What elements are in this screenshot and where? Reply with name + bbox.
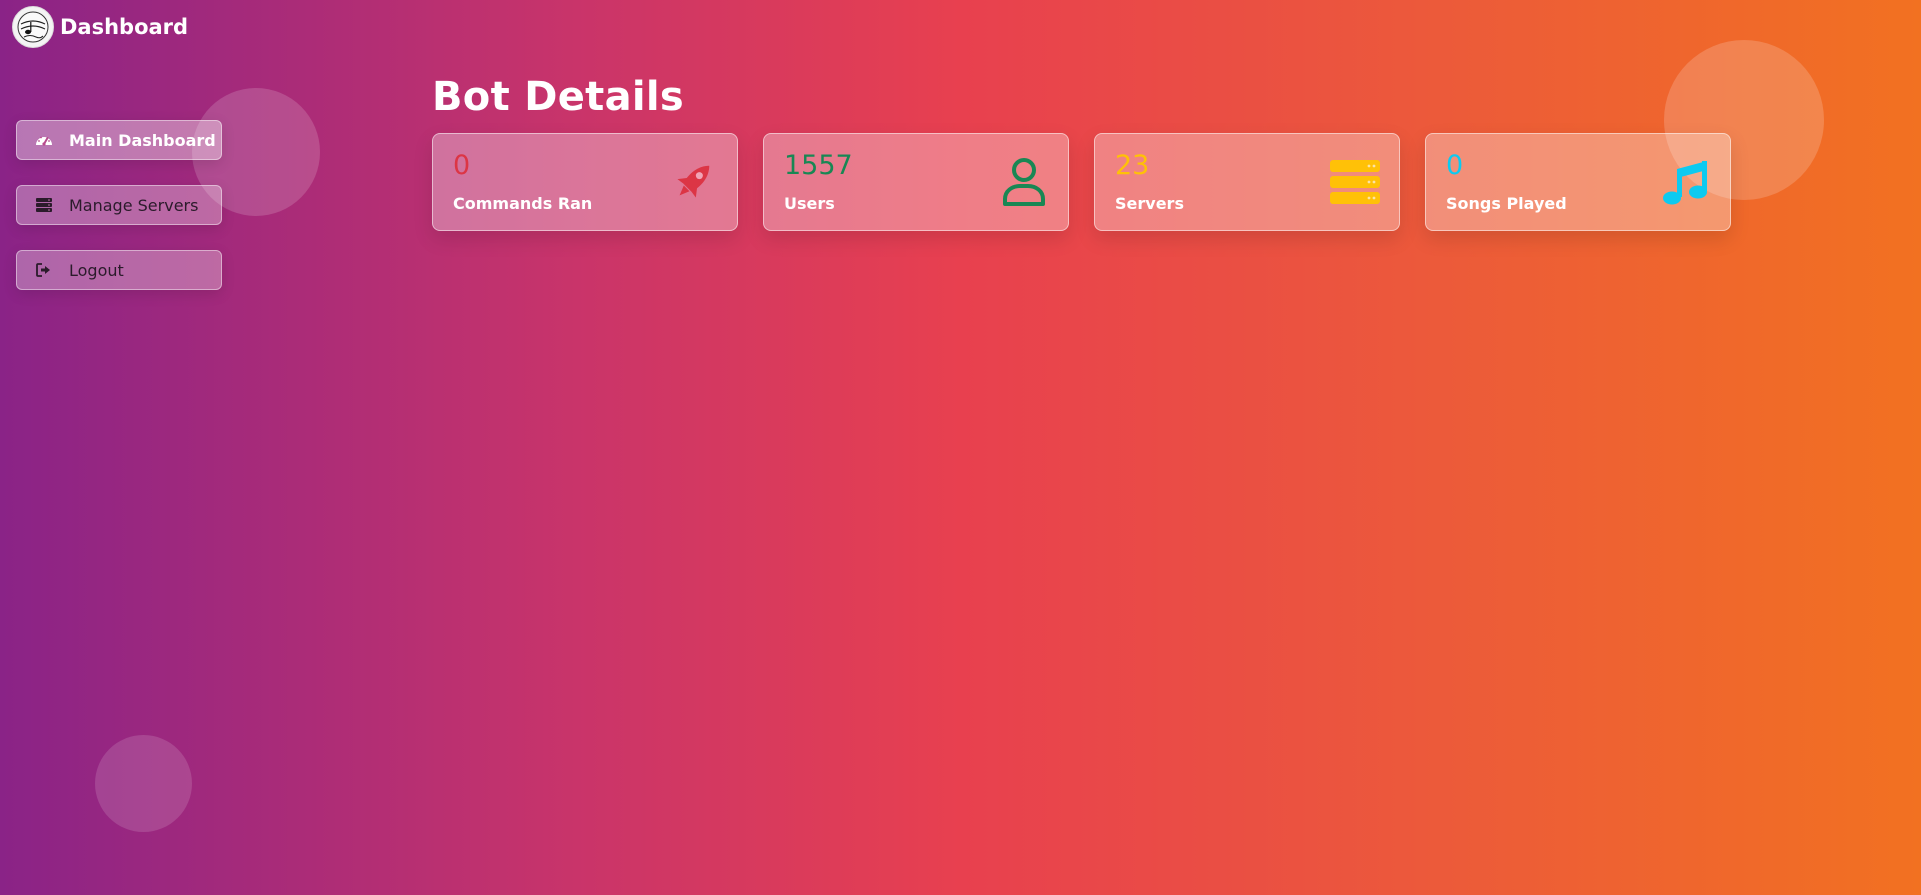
decorative-circle: [95, 735, 192, 832]
rocket-icon: [667, 156, 719, 208]
stat-label: Users: [784, 194, 835, 213]
music-note-icon: [1660, 156, 1712, 208]
tachometer-icon: [33, 132, 55, 148]
stat-label: Commands Ran: [453, 194, 593, 213]
sidebar-item-label: Main Dashboard: [69, 130, 216, 150]
stat-card-users: 1557 Users: [763, 133, 1069, 231]
sidebar-item-manage-servers[interactable]: Manage Servers: [16, 185, 222, 225]
brand-title: Dashboard: [60, 15, 189, 39]
server-icon: [33, 197, 55, 213]
stat-value: 0: [453, 150, 471, 181]
stat-label: Servers: [1115, 194, 1184, 213]
sidebar-item-label: Manage Servers: [69, 195, 199, 215]
sidebar-item-logout[interactable]: Logout: [16, 250, 222, 290]
sign-out-icon: [33, 262, 55, 278]
sidebar: Main Dashboard Manage Servers Logout: [16, 120, 222, 290]
stat-value: 0: [1446, 150, 1464, 181]
stat-card-songs-played: 0 Songs Played: [1425, 133, 1731, 231]
sidebar-item-label: Logout: [69, 260, 124, 280]
stat-label: Songs Played: [1446, 194, 1567, 213]
server-stack-icon: [1329, 156, 1381, 208]
sidebar-item-main-dashboard[interactable]: Main Dashboard: [16, 120, 222, 160]
stats-cards: 0 Commands Ran 1557 Users 23 Servers 0 S…: [432, 133, 1731, 231]
stat-card-commands-ran: 0 Commands Ran: [432, 133, 738, 231]
stat-card-servers: 23 Servers: [1094, 133, 1400, 231]
brand[interactable]: Dashboard: [12, 6, 188, 48]
music-logo-icon: [12, 6, 54, 48]
page-title: Bot Details: [432, 74, 684, 120]
stat-value: 23: [1115, 150, 1150, 181]
user-icon: [998, 156, 1050, 208]
stat-value: 1557: [784, 150, 853, 181]
